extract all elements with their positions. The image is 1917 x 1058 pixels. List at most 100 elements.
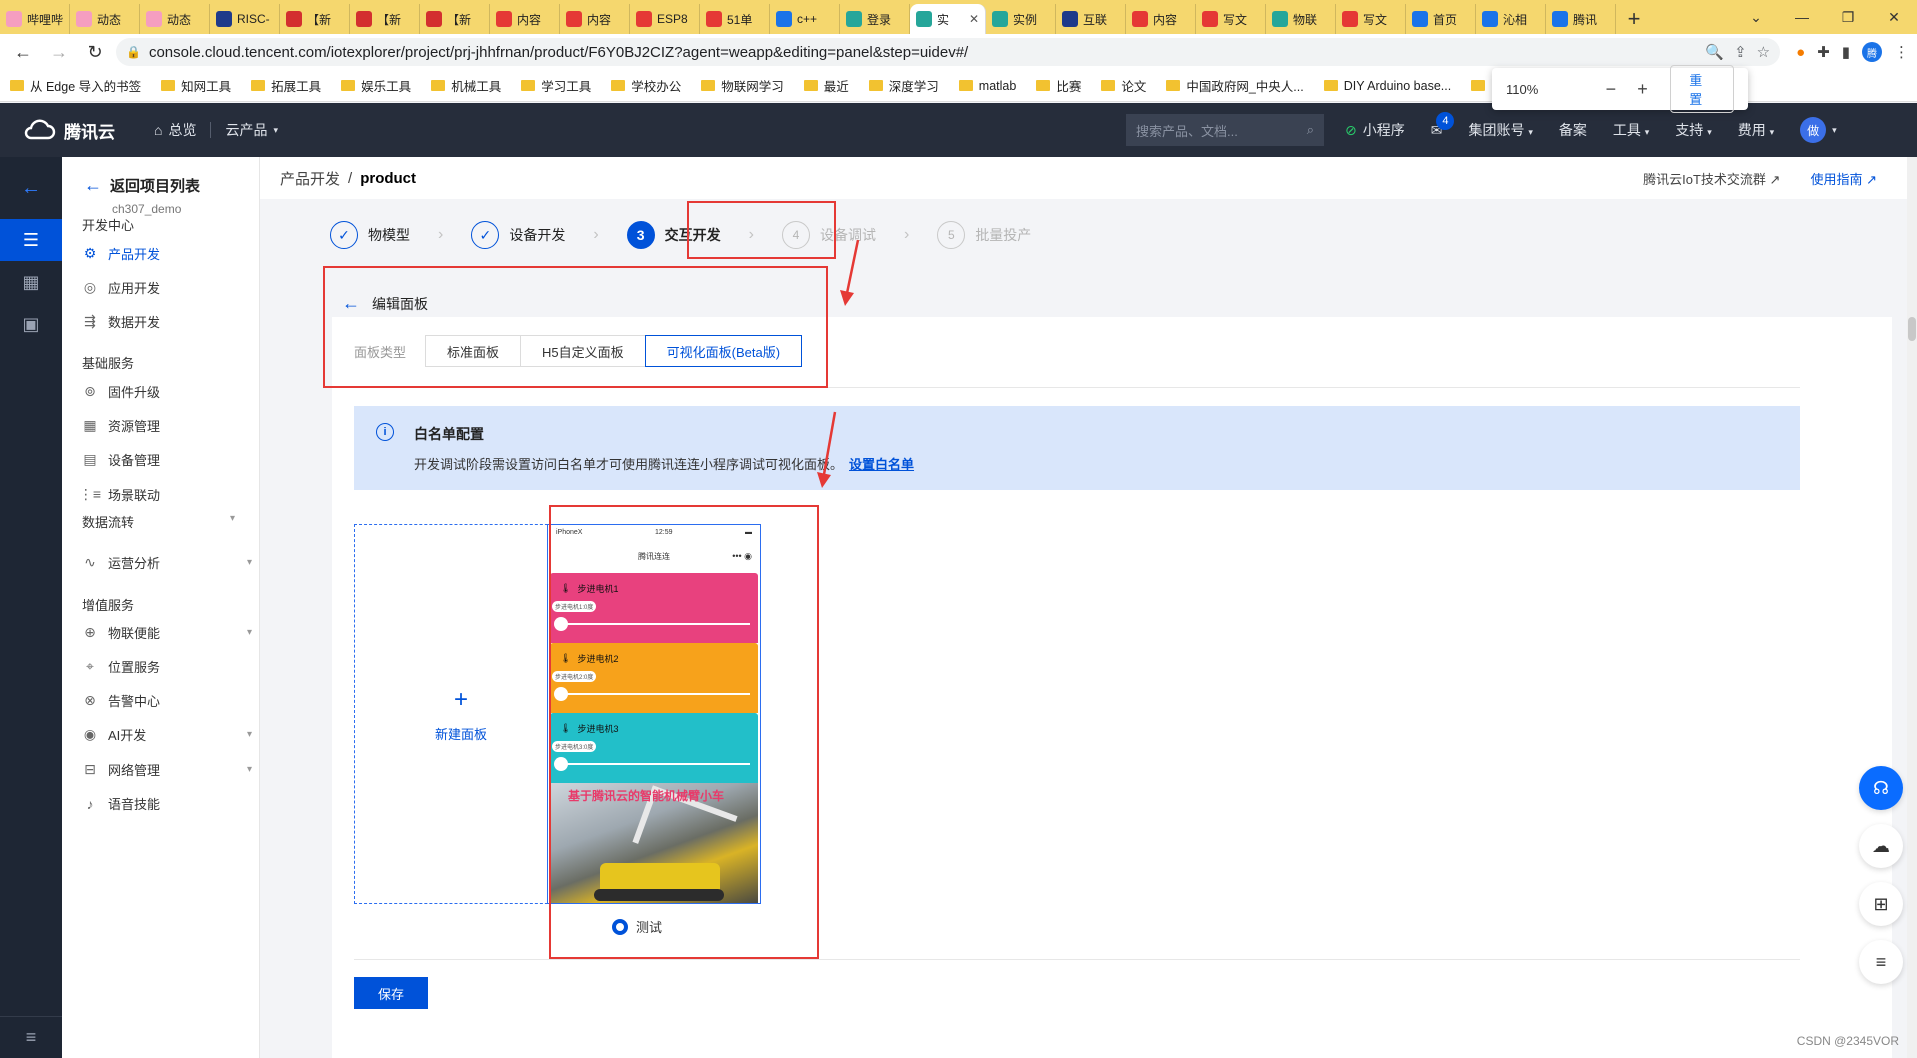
sidebar-item[interactable]: ◉ AI开发 ▾ [82, 725, 252, 744]
sidebar-toggle-icon[interactable]: ▮ [1842, 43, 1850, 61]
browser-tab[interactable]: 实 ✕ [910, 4, 986, 34]
bookmark-item[interactable]: 最近 [803, 76, 849, 95]
bookmark-item[interactable]: 知网工具 [161, 76, 231, 95]
browser-tab[interactable]: 写文 [1196, 4, 1266, 34]
nav-overview[interactable]: ⌂ 总览 [140, 120, 210, 140]
sidebar-item[interactable]: ⊕ 物联便能 ▾ [82, 623, 252, 642]
rail-menu-icon[interactable]: ≡ [0, 1016, 62, 1058]
bookmark-item[interactable]: 中国政府网_中央人... [1166, 76, 1304, 95]
scrollbar-thumb[interactable] [1908, 317, 1916, 341]
console-search-input[interactable]: 搜索产品、文档... ⌕ [1126, 114, 1324, 146]
browser-tab[interactable]: 互联 [1056, 4, 1126, 34]
bookmark-item[interactable]: 学习工具 [521, 76, 591, 95]
nav-user[interactable]: 做 ▾ [1800, 117, 1837, 143]
list-view-icon[interactable]: ☰ [0, 219, 62, 261]
restore-icon[interactable]: ❐ [1825, 0, 1871, 34]
save-button[interactable]: 保存 [354, 977, 428, 1009]
bookmark-item[interactable]: matlab [958, 79, 1016, 93]
sidebar-item[interactable]: ⊚ 固件升级 [82, 382, 252, 401]
collapse-back-icon[interactable]: ← [0, 157, 62, 219]
new-tab-button[interactable]: + [1616, 4, 1652, 34]
sidebar-item[interactable]: ⇶ 数据开发 [82, 312, 252, 331]
breadcrumb-parent[interactable]: 产品开发 [280, 168, 340, 189]
browser-tab[interactable]: 内容 [490, 4, 560, 34]
new-panel-button[interactable]: + 新建面板 [354, 524, 568, 904]
url-text[interactable]: console.cloud.tencent.com/iotexplorer/pr… [149, 44, 1697, 61]
sidebar-item[interactable]: ∿ 运营分析 ▾ [82, 553, 252, 572]
sidebar-item[interactable]: ⚙ 产品开发 [82, 244, 252, 263]
bookmark-item[interactable]: 从 Edge 导入的书签 [10, 76, 141, 95]
bookmark-item[interactable]: 深度学习 [868, 76, 939, 95]
bookmark-item[interactable]: 拓展工具 [251, 76, 321, 95]
zoom-in-button[interactable]: + [1627, 79, 1659, 100]
nav-support[interactable]: 支持 ▾ [1675, 120, 1711, 140]
browser-tab[interactable]: 登录 [840, 4, 910, 34]
browser-tab[interactable]: 首页 [1406, 4, 1476, 34]
close-window-icon[interactable]: ✕ [1871, 0, 1917, 34]
browser-tab[interactable]: c++ [770, 4, 840, 34]
browser-tab[interactable]: 【新 [350, 4, 420, 34]
bookmark-item[interactable]: 娱乐工具 [341, 76, 411, 95]
profile-avatar[interactable]: 腾 [1862, 42, 1882, 62]
browser-tab[interactable]: 动态 [70, 4, 140, 34]
browser-tab[interactable]: 51单 [700, 4, 770, 34]
chevron-down-icon[interactable]: ▾ [230, 513, 235, 524]
cloud-upload-icon[interactable]: ☁ [1859, 824, 1903, 868]
docs-book-icon[interactable]: ⊞ [1859, 882, 1903, 926]
browser-tab[interactable]: 内容 [560, 4, 630, 34]
nav-mini-program[interactable]: ⊘ 小程序 [1345, 120, 1405, 140]
nav-billing[interactable]: 费用 ▾ [1738, 120, 1774, 140]
browser-tab[interactable]: ESP8 [630, 4, 700, 34]
nav-record[interactable]: 备案 [1559, 120, 1587, 140]
forward-icon[interactable]: → [44, 37, 74, 67]
back-icon[interactable]: ← [8, 37, 38, 67]
browser-tab[interactable]: 动态 [140, 4, 210, 34]
list-menu-icon[interactable]: ≡ [1859, 940, 1903, 984]
set-whitelist-link[interactable]: 设置白名单 [849, 457, 914, 472]
bookmark-item[interactable]: 学校办公 [611, 76, 681, 95]
mail-button[interactable]: ✉ 4 [1431, 111, 1455, 139]
zoom-reset-button[interactable]: 重置 [1670, 65, 1734, 113]
step-item[interactable]: ✓ 物模型 [330, 221, 410, 249]
step-item[interactable]: 5 批量投产 [937, 221, 1031, 249]
community-link[interactable]: 腾讯云IoT技术交流群 ↗ [1643, 169, 1780, 188]
panel-view-icon[interactable]: ▣ [0, 303, 62, 345]
share-icon[interactable]: ⇪ [1734, 43, 1747, 61]
browser-tab[interactable]: RISC- [210, 4, 280, 34]
close-tab-icon[interactable]: ✕ [969, 12, 979, 26]
browser-tab[interactable]: 实例 [986, 4, 1056, 34]
sidebar-item[interactable]: ▦ 资源管理 [82, 416, 252, 435]
zoom-icon[interactable]: 🔍 [1705, 43, 1724, 61]
reload-icon[interactable]: ↻ [80, 37, 110, 67]
extension-app-icon[interactable]: ● [1796, 44, 1805, 61]
bookmark-item[interactable]: 比赛 [1036, 76, 1081, 95]
browser-tab[interactable]: 写文 [1336, 4, 1406, 34]
star-icon[interactable]: ☆ [1757, 43, 1770, 61]
browser-tab[interactable]: 【新 [420, 4, 490, 34]
page-scrollbar[interactable] [1907, 157, 1917, 1058]
nav-products[interactable]: 云产品 ▾ [211, 120, 292, 140]
guide-link[interactable]: 使用指南 ↗ [1810, 169, 1877, 188]
browser-tab[interactable]: 腾讯 [1546, 4, 1616, 34]
bookmark-item[interactable]: 物联网学习 [701, 76, 784, 95]
tencent-cloud-logo[interactable]: 腾讯云 [0, 118, 140, 143]
back-to-projects-link[interactable]: ← 返回项目列表 [84, 175, 200, 196]
zoom-out-button[interactable]: − [1595, 79, 1627, 100]
sidebar-item[interactable]: ⋮≡ 场景联动 [79, 485, 252, 504]
puzzle-icon[interactable]: ✚ [1817, 43, 1830, 61]
sidebar-item[interactable]: ⌖ 位置服务 [82, 657, 252, 676]
sidebar-item[interactable]: ♪ 语音技能 [82, 794, 252, 813]
nav-account[interactable]: 集团账号 ▾ [1468, 120, 1532, 140]
sidebar-item[interactable]: ⊗ 告警中心 [82, 691, 252, 710]
tab-search-icon[interactable]: ⌄ [1733, 0, 1779, 34]
sidebar-item[interactable]: ▤ 设备管理 [82, 450, 252, 469]
browser-tab[interactable]: 沁相 [1476, 4, 1546, 34]
grid-view-icon[interactable]: ▦ [0, 261, 62, 303]
menu-icon[interactable]: ⋮ [1894, 43, 1909, 61]
bookmark-item[interactable]: 机械工具 [431, 76, 501, 95]
browser-tab[interactable]: 【新 [280, 4, 350, 34]
browser-tab[interactable]: 内容 [1126, 4, 1196, 34]
sidebar-item[interactable]: ⊟ 网络管理 ▾ [82, 760, 252, 779]
nav-tools[interactable]: 工具 ▾ [1613, 120, 1649, 140]
browser-tab[interactable]: 物联 [1266, 4, 1336, 34]
